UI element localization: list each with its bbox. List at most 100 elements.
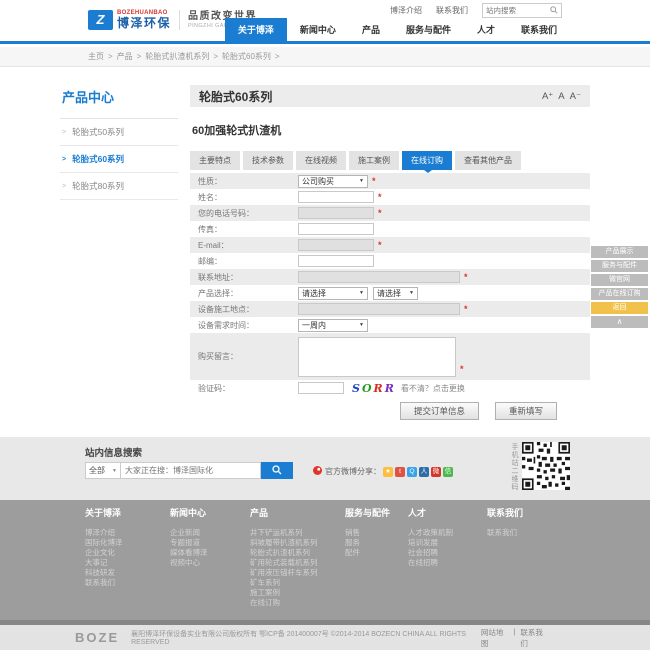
form-row-name: 姓名： * (190, 189, 590, 205)
sidebar-item-series-60[interactable]: > 轮胎式60系列 (60, 146, 178, 173)
product-tabs: 主要特点 技术参数 在线视频 施工案例 在线订购 查看其他产品 (190, 151, 590, 173)
footer-link[interactable]: 视频中心 (170, 558, 208, 568)
required-mark: * (464, 304, 468, 314)
breadcrumb-home[interactable]: 主页 (88, 51, 104, 62)
message-textarea[interactable] (298, 337, 456, 377)
float-item-service-parts[interactable]: 服务与配件 (591, 260, 648, 272)
need-time-select[interactable]: 一周内 ▼ (298, 318, 368, 332)
footer-link[interactable]: 销售 (345, 528, 390, 538)
share-wechat-icon[interactable]: 信 (443, 466, 453, 477)
tab-online-order[interactable]: 在线订购 (402, 151, 452, 173)
product-category-select[interactable]: 请选择 ▼ (298, 286, 368, 300)
breadcrumb-series-group[interactable]: 轮胎式扒渣机系列 (145, 51, 209, 62)
sidebar-item-series-80[interactable]: > 轮胎式80系列 (60, 173, 178, 200)
search-category-select[interactable]: 全部 ▼ (85, 462, 121, 479)
float-item-online-order[interactable]: 产品在线订购 (591, 288, 648, 300)
breadcrumb-series[interactable]: 轮胎式60系列 (222, 51, 271, 62)
top-link-contact[interactable]: 联系我们 (436, 5, 468, 16)
nav-item-talent[interactable]: 人才 (464, 18, 508, 41)
phone-field[interactable] (298, 207, 374, 219)
worksite-field[interactable] (298, 303, 460, 315)
select-value: 全部 (89, 466, 105, 475)
info-search-input[interactable] (121, 462, 261, 479)
required-mark: * (372, 176, 376, 186)
mobile-site-qr-code (522, 442, 570, 490)
footer-link[interactable]: 在线订购 (250, 598, 318, 608)
footer-link[interactable]: 矿车系列 (250, 578, 318, 588)
nav-item-products[interactable]: 产品 (349, 18, 393, 41)
footer-link[interactable]: 联系我们 (487, 528, 523, 538)
share-qq-icon[interactable]: Q (407, 466, 417, 477)
nav-item-about[interactable]: 关于博泽 (224, 18, 287, 41)
site-search-input[interactable] (486, 6, 550, 15)
info-search-button[interactable] (261, 462, 293, 479)
info-search-form: 全部 ▼ (85, 462, 293, 479)
footer-link[interactable]: 联系我们 (85, 578, 123, 588)
footer-link[interactable]: 培训发展 (408, 538, 453, 548)
float-item-product-display[interactable]: 产品展示 (591, 246, 648, 258)
footer-col-news: 新闻中心 企业新闻 专题报道 媒体看博泽 视频中心 (170, 508, 208, 568)
footer-link[interactable]: 斜坡履带扒渣机系列 (250, 538, 318, 548)
nav-item-service-parts[interactable]: 服务与配件 (393, 18, 464, 41)
captcha-refresh-link[interactable]: 看不清？点击更换 (401, 383, 465, 394)
breadcrumb-products[interactable]: 产品 (117, 51, 133, 62)
footer-link[interactable]: 轮胎式扒渣机系列 (250, 548, 318, 558)
sidebar-item-series-50[interactable]: > 轮胎式50系列 (60, 119, 178, 146)
form-row-worksite: 设备施工地点： * (190, 301, 590, 317)
email-field[interactable] (298, 239, 374, 251)
font-decrease-button[interactable]: A⁻ (570, 91, 581, 102)
footer-link[interactable]: 社会招聘 (408, 548, 453, 558)
sidebar-item-label: 轮胎式60系列 (72, 154, 125, 164)
name-field[interactable] (298, 191, 374, 203)
footer-link[interactable]: 科技研发 (85, 568, 123, 578)
floating-quick-menu: 产品展示 服务与配件 微官网 产品在线订购 返回 ∧ (591, 246, 648, 328)
tab-features[interactable]: 主要特点 (190, 151, 240, 170)
sitemap-link[interactable]: 网站地图 (481, 627, 509, 649)
footer-link[interactable]: 配件 (345, 548, 390, 558)
font-increase-button[interactable]: A⁺ (542, 91, 553, 102)
chevron-up-icon: ∧ (616, 317, 623, 326)
footer-link[interactable]: 企业文化 (85, 548, 123, 558)
footer-link[interactable]: 矿用液压锚杆车系列 (250, 568, 318, 578)
footer-link[interactable]: 专题报道 (170, 538, 208, 548)
share-qzone-icon[interactable]: ★ (383, 466, 393, 477)
tab-cases[interactable]: 施工案例 (349, 151, 399, 170)
form-row-nature: 性质： 公司购买 ▼ * (190, 173, 590, 189)
font-normal-button[interactable]: A (558, 91, 564, 102)
reset-form-button[interactable]: 重新填写 (495, 402, 558, 420)
footer-link[interactable]: 矿用轮式装载机系列 (250, 558, 318, 568)
official-weibo-link[interactable]: 官方微博 (313, 466, 357, 477)
address-field[interactable] (298, 271, 460, 283)
product-model-select[interactable]: 请选择 ▼ (373, 286, 418, 300)
footer-link[interactable]: 井下铲运机系列 (250, 528, 318, 538)
captcha-field[interactable] (298, 382, 344, 394)
footer-link[interactable]: 国际化博泽 (85, 538, 123, 548)
footer-link[interactable]: 服务 (345, 538, 390, 548)
footer-link[interactable]: 在线招聘 (408, 558, 453, 568)
contact-link[interactable]: 联系我们 (520, 627, 548, 649)
footer-link[interactable]: 企业新闻 (170, 528, 208, 538)
fax-field[interactable] (298, 223, 374, 235)
site-search-box[interactable] (482, 3, 562, 18)
share-tencent-weibo-icon[interactable]: t (395, 466, 405, 477)
nav-item-news[interactable]: 新闻中心 (287, 18, 349, 41)
nav-item-contact[interactable]: 联系我们 (508, 18, 570, 41)
zipcode-field[interactable] (298, 255, 374, 267)
share-renren-icon[interactable]: 人 (419, 466, 429, 477)
tab-video[interactable]: 在线视频 (296, 151, 346, 170)
footer-link[interactable]: 施工案例 (250, 588, 318, 598)
submit-order-button[interactable]: 提交订单信息 (400, 402, 480, 420)
footer-link[interactable]: 媒体看博泽 (170, 548, 208, 558)
footer-link[interactable]: 人才政策机制 (408, 528, 453, 538)
nature-select[interactable]: 公司购买 ▼ (298, 174, 368, 188)
footer-link[interactable]: 博泽介绍 (85, 528, 123, 538)
footer-link[interactable]: 大事记 (85, 558, 123, 568)
top-link-intro[interactable]: 博泽介绍 (390, 5, 422, 16)
back-to-top-button[interactable]: ∧ (591, 316, 648, 328)
search-icon[interactable] (550, 5, 558, 16)
tab-specs[interactable]: 技术参数 (243, 151, 293, 170)
float-item-micro-site[interactable]: 微官网 (591, 274, 648, 286)
tab-other-products[interactable]: 查看其他产品 (455, 151, 521, 170)
float-item-back[interactable]: 返回 (591, 302, 648, 314)
share-sina-weibo-icon[interactable]: 微 (431, 466, 441, 477)
